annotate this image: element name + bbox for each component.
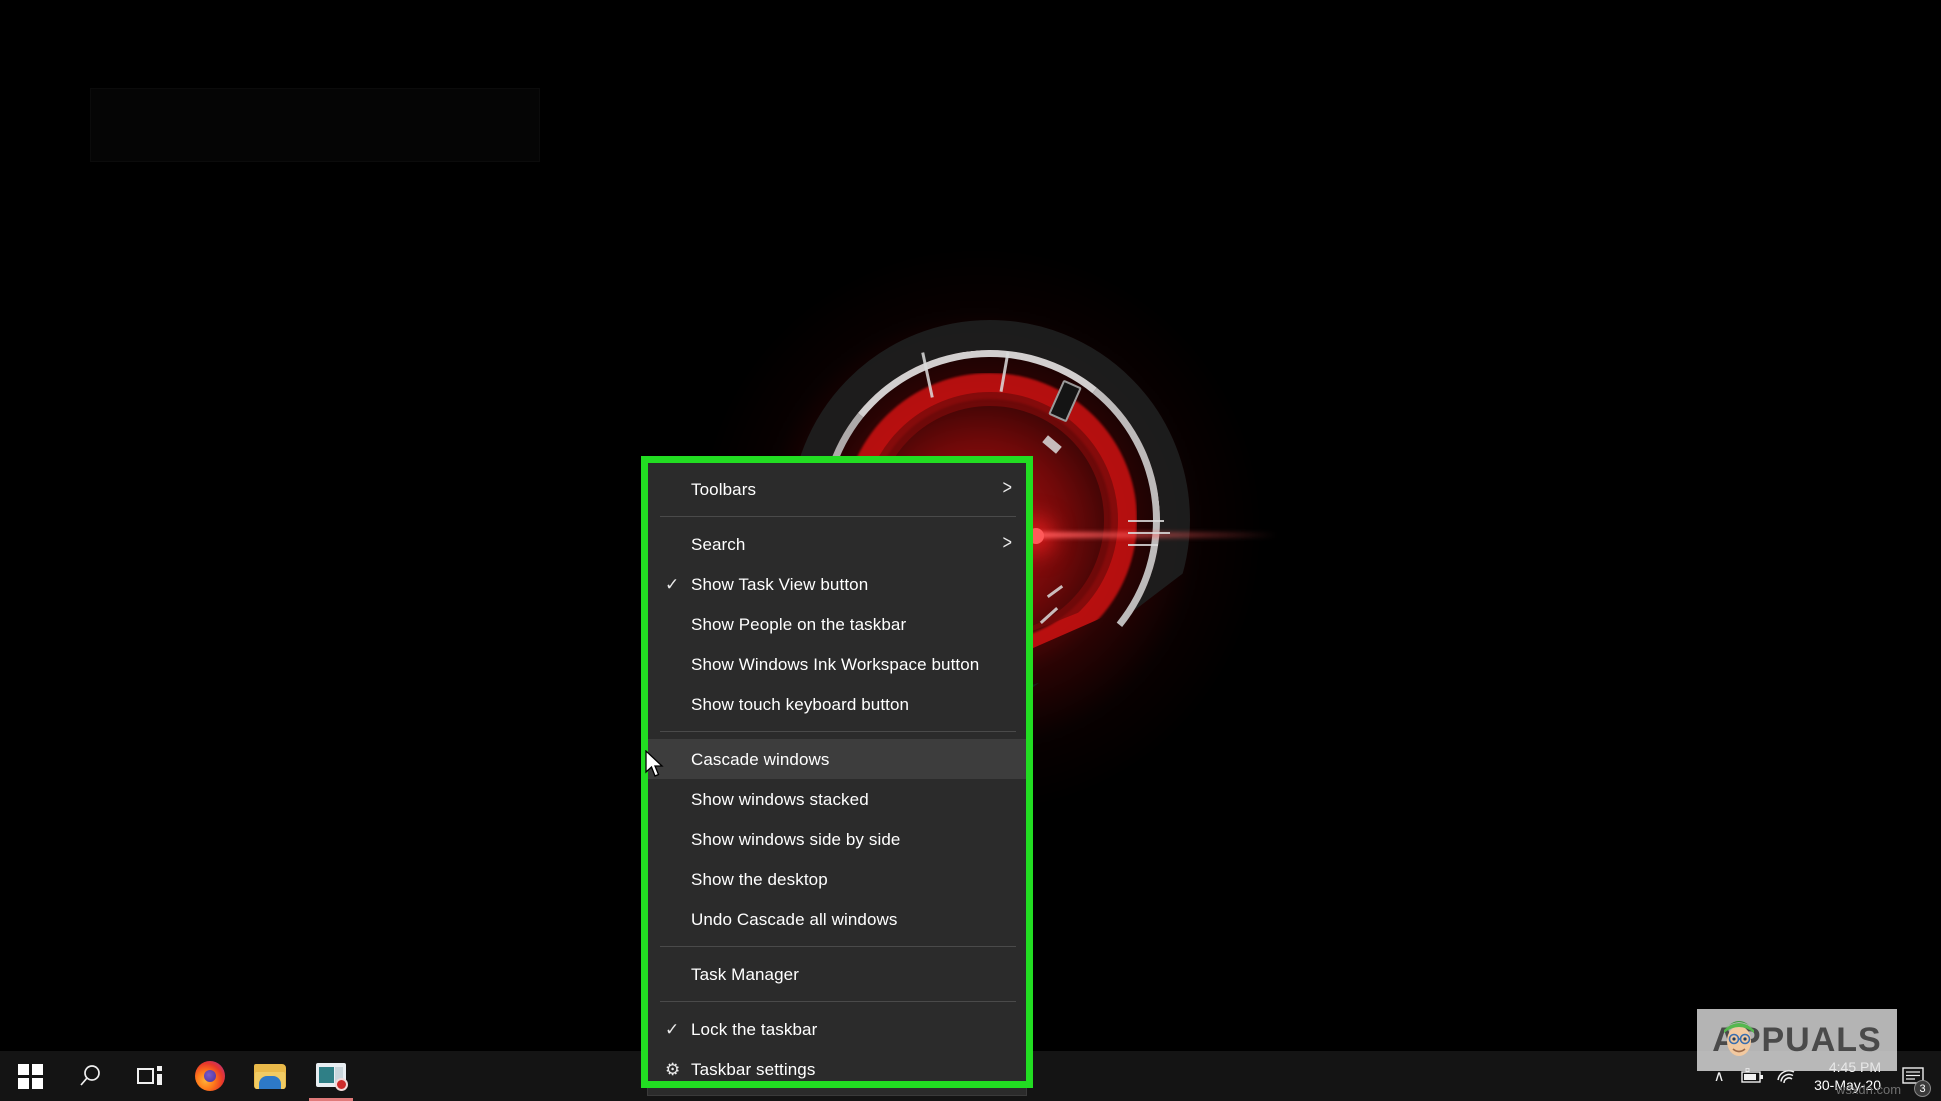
menu-item-label: Show People on the taskbar	[691, 614, 907, 634]
gear-icon: ⚙	[665, 1059, 681, 1079]
menu-item-label: Show Task View button	[691, 574, 869, 594]
menu-item-taskbar-settings[interactable]: ⚙ Taskbar settings	[648, 1049, 1026, 1089]
menu-item-label: Search	[691, 534, 746, 554]
menu-item-show-the-desktop[interactable]: Show the desktop	[648, 859, 1026, 899]
task-view-icon	[137, 1066, 163, 1086]
menu-item-label: Undo Cascade all windows	[691, 909, 898, 929]
watermark-mascot-icon	[1724, 1021, 1754, 1056]
menu-item-label: Show the desktop	[691, 869, 828, 889]
menu-item-label: Toolbars	[691, 479, 757, 499]
menu-item-label: Task Manager	[691, 964, 799, 984]
menu-item-show-windows-side-by-side[interactable]: Show windows side by side	[648, 819, 1026, 859]
menu-item-label: Show windows side by side	[691, 829, 901, 849]
menu-item-label: Cascade windows	[691, 749, 830, 769]
appuals-watermark: APPUALS	[1697, 1009, 1897, 1071]
menu-item-show-windows-ink-workspace-button[interactable]: Show Windows Ink Workspace button	[648, 644, 1026, 684]
menu-item-show-task-view-button[interactable]: ✓ Show Task View button	[648, 564, 1026, 604]
menu-item-show-windows-stacked[interactable]: Show windows stacked	[648, 779, 1026, 819]
chevron-right-icon: >	[1002, 532, 1012, 554]
folder-icon	[254, 1063, 286, 1089]
menu-item-undo-cascade-all-windows[interactable]: Undo Cascade all windows	[648, 899, 1026, 939]
task-view-button[interactable]	[120, 1051, 180, 1101]
search-button[interactable]	[60, 1051, 120, 1101]
wallpaper-tick	[1128, 544, 1158, 546]
wallpaper-tick	[1128, 520, 1164, 522]
menu-item-lock-the-taskbar[interactable]: ✓ Lock the taskbar	[648, 1009, 1026, 1049]
chevron-right-icon: >	[1002, 477, 1012, 499]
menu-separator	[660, 516, 1016, 517]
search-icon	[80, 1065, 100, 1086]
menu-item-label: Show windows stacked	[691, 789, 869, 809]
snipping-tool-button[interactable]	[300, 1051, 362, 1101]
site-credit-text: wsxdn.com	[1836, 1082, 1902, 1097]
start-button[interactable]	[0, 1051, 60, 1101]
menu-item-search[interactable]: Search >	[648, 524, 1026, 564]
menu-item-label: Show touch keyboard button	[691, 694, 910, 714]
file-explorer-button[interactable]	[240, 1051, 300, 1101]
menu-item-task-manager[interactable]: Task Manager	[648, 954, 1026, 994]
taskbar-context-menu[interactable]: Toolbars > Search > ✓ Show Task View but…	[648, 463, 1026, 1095]
firefox-icon	[195, 1061, 225, 1091]
checkmark-icon: ✓	[665, 1019, 680, 1039]
menu-item-show-people-on-the-taskbar[interactable]: Show People on the taskbar	[648, 604, 1026, 644]
windows-logo-icon	[17, 1063, 43, 1089]
checkmark-icon: ✓	[665, 574, 680, 594]
menu-separator	[660, 946, 1016, 947]
snip-record-icon	[316, 1063, 348, 1091]
menu-item-show-touch-keyboard-button[interactable]: Show touch keyboard button	[648, 684, 1026, 724]
menu-item-label: Show Windows Ink Workspace button	[691, 654, 980, 674]
firefox-button[interactable]	[180, 1051, 240, 1101]
menu-item-toolbars[interactable]: Toolbars >	[648, 469, 1026, 509]
desktop-faint-rectangle	[90, 88, 540, 162]
menu-item-label: Taskbar settings	[691, 1059, 816, 1079]
menu-item-cascade-windows[interactable]: Cascade windows	[648, 739, 1026, 779]
wallpaper-tick	[1128, 532, 1170, 534]
menu-separator	[660, 731, 1016, 732]
menu-separator	[660, 1001, 1016, 1002]
menu-item-label: Lock the taskbar	[691, 1019, 818, 1039]
notification-badge: 3	[1914, 1080, 1931, 1097]
